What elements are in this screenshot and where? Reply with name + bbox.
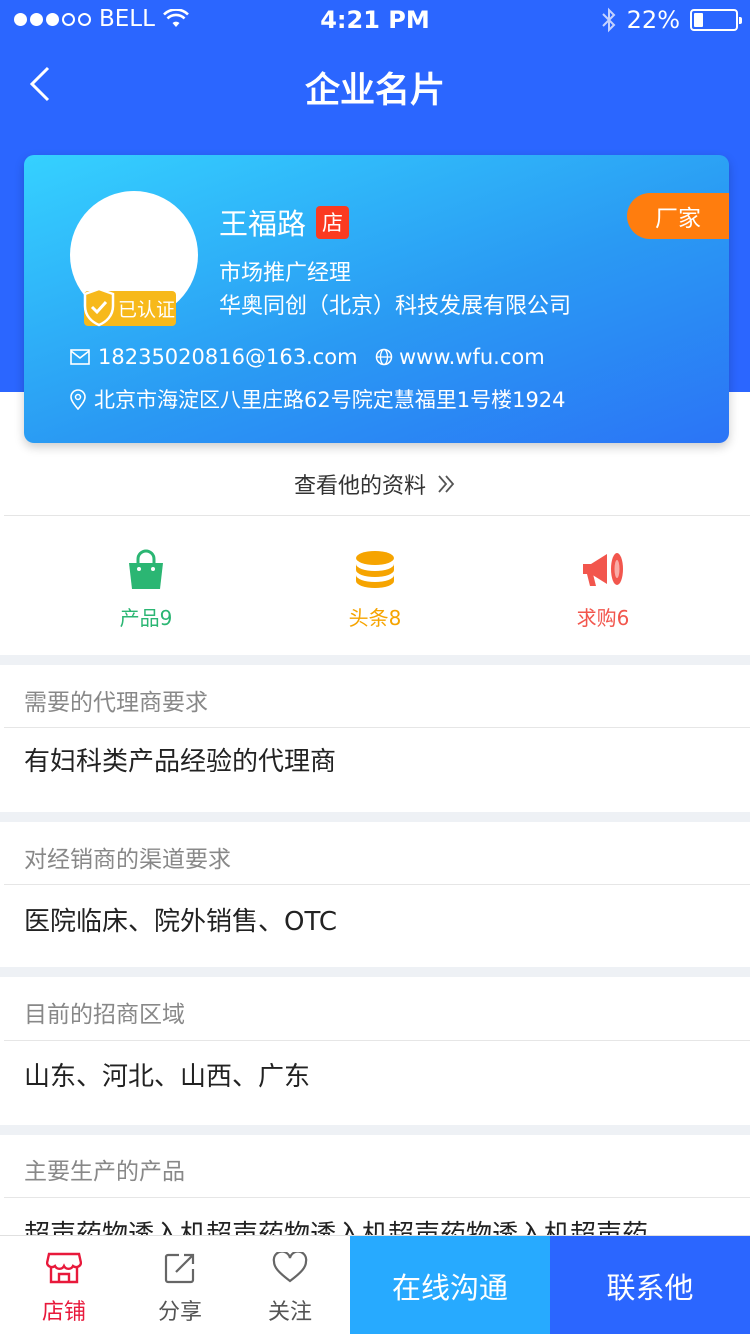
- tab-share-label: 分享: [157, 1300, 202, 1325]
- mail-icon: [70, 349, 90, 365]
- divider: [4, 515, 750, 516]
- section-separator: [0, 967, 750, 977]
- heart-icon: [272, 1252, 308, 1283]
- section-title-channel-requirements: 对经销商的渠道要求: [24, 847, 231, 873]
- stats-row: 产品9 头条8 求购6: [0, 530, 750, 650]
- section-value-channel-requirements: 医院临床、院外销售、OTC: [24, 907, 337, 937]
- bottom-tab-bar: 店铺 分享 关注 在线沟通 联系他: [0, 1235, 750, 1334]
- website-row[interactable]: www.wfu.com: [375, 345, 545, 369]
- section-divider: [4, 1040, 750, 1041]
- section-value-region: 山东、河北、山西、广东: [24, 1062, 311, 1092]
- verified-badge: 已认证: [83, 287, 176, 327]
- maker-badge: 厂家: [627, 193, 729, 239]
- shopping-bag-icon: [129, 549, 163, 589]
- status-bar: BELL 4:21 PM 22%: [0, 0, 750, 40]
- shop-badge: 店: [316, 205, 350, 239]
- section-title-agent-requirements: 需要的代理商要求: [24, 690, 208, 716]
- view-profile-label: 查看他的资料: [293, 474, 426, 499]
- page-title: 企业名片: [304, 71, 445, 111]
- online-chat-button[interactable]: 在线沟通: [350, 1236, 550, 1334]
- megaphone-icon: [583, 553, 623, 586]
- section-separator: [0, 655, 750, 665]
- tab-follow[interactable]: 关注: [250, 1248, 330, 1326]
- email-text: 18235020816@163.com: [98, 345, 358, 369]
- section-divider: [4, 884, 750, 885]
- section-separator: [0, 812, 750, 822]
- share-icon: [164, 1253, 195, 1284]
- section-value-agent-requirements: 有妇科类产品经验的代理商: [24, 747, 337, 777]
- address-row[interactable]: 北京市海淀区八里庄路62号院定慧福里1号楼1924: [70, 384, 566, 414]
- stat-headlines-label: 头条8: [348, 606, 402, 630]
- section-separator: [0, 1125, 750, 1135]
- tab-shop-label: 店铺: [41, 1300, 86, 1325]
- section-divider: [4, 1197, 750, 1198]
- tab-shop[interactable]: 店铺: [24, 1248, 104, 1326]
- double-chevron-right-icon: [438, 475, 455, 493]
- stat-purchase-label: 求购6: [576, 606, 630, 630]
- tab-follow-label: 关注: [267, 1300, 312, 1325]
- contact-button[interactable]: 联系他: [550, 1236, 750, 1334]
- view-profile-link[interactable]: 查看他的资料: [0, 460, 750, 508]
- section-divider: [4, 727, 750, 728]
- battery-percent: 22%: [626, 6, 680, 34]
- section-title-main-products: 主要生产的产品: [24, 1159, 185, 1185]
- battery-icon: [690, 9, 742, 31]
- stat-products[interactable]: 产品9: [56, 548, 236, 631]
- bluetooth-icon: [601, 7, 616, 33]
- business-card: 已认证 王福路 店 市场推广经理 华奥同创（北京）科技发展有限公司 厂家 182…: [24, 155, 729, 443]
- company-name: 华奥同创（北京）科技发展有限公司: [219, 294, 572, 319]
- stat-products-label: 产品9: [119, 606, 173, 630]
- tab-share[interactable]: 分享: [140, 1248, 220, 1326]
- stat-headlines[interactable]: 头条8: [285, 548, 465, 631]
- address-text: 北京市海淀区八里庄路62号院定慧福里1号楼1924: [94, 388, 566, 412]
- coin-stack-icon: [356, 551, 394, 588]
- location-pin-icon: [70, 388, 86, 410]
- stat-purchase-requests[interactable]: 求购6: [513, 548, 693, 631]
- store-icon: [46, 1252, 82, 1284]
- globe-icon: [375, 348, 393, 366]
- navigation-bar: 企业名片: [0, 40, 750, 128]
- shield-check-icon: [83, 287, 115, 327]
- contact-name: 王福路: [219, 207, 307, 241]
- website-text: www.wfu.com: [399, 345, 545, 369]
- email-row[interactable]: 18235020816@163.com: [70, 345, 358, 369]
- contact-role: 市场推广经理: [219, 261, 352, 286]
- section-title-region: 目前的招商区域: [24, 1002, 185, 1028]
